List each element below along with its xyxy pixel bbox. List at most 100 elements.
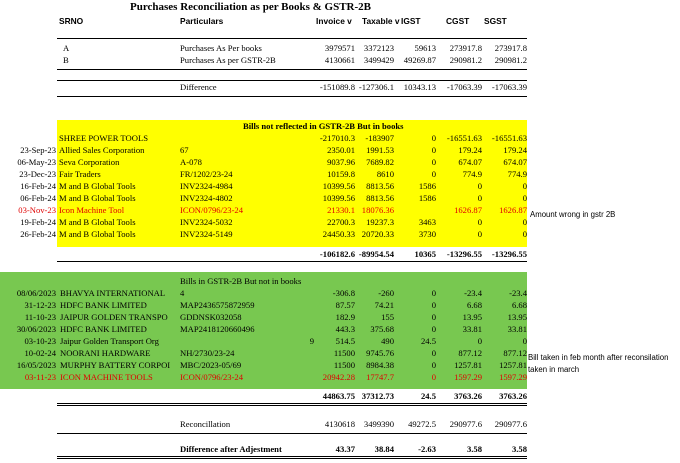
table-row: 30/06/2023 HDFC BANK LIMITED MAP2418120660… xyxy=(0,323,680,335)
table-row: 16-Feb-24 M and B Global Tools INV2324-498… xyxy=(0,180,680,192)
header-particulars: Particulars xyxy=(180,16,224,26)
cgst-cell: 0 xyxy=(477,336,482,346)
igst-cell: 10343.13 xyxy=(403,82,436,92)
invoice-no-cell: FR/1202/23-24 xyxy=(180,169,233,179)
party-cell: M and B Global Tools xyxy=(59,229,136,239)
taxable-cell: 38.84 xyxy=(374,444,394,454)
igst-cell: 0 xyxy=(431,288,436,298)
srno-cell: A xyxy=(63,43,70,53)
taxable-cell: 8610 xyxy=(376,169,394,179)
invoice-cell: 11500 xyxy=(333,360,355,370)
invoice-no-cell: MAP2418120660496 xyxy=(180,324,255,334)
invoice-cell: 4130661 xyxy=(324,55,355,65)
party-cell: BHAVYA INTERNATIONAL xyxy=(60,288,166,298)
taxable-cell: 18076.36 xyxy=(361,205,394,215)
taxable-cell: 155 xyxy=(381,312,394,322)
date-cell: 03-11-23 xyxy=(24,372,56,382)
cgst-cell: 290977.6 xyxy=(449,419,482,429)
date-cell: 31-12-23 xyxy=(24,300,56,310)
party-cell: MURPHY BATTERY CORPOI xyxy=(60,360,171,370)
section1-head-row: SHREE POWER TOOLS -217010.3 -183907 0 -1… xyxy=(0,132,680,144)
invoice-no-cell: ICON/0796/23-24 xyxy=(180,205,244,215)
sgst-cell: 6.68 xyxy=(511,300,527,310)
date-cell: 23-Dec-23 xyxy=(19,169,56,179)
taxable-cell: 490 xyxy=(381,336,394,346)
cgst-cell: -23.4 xyxy=(464,288,482,298)
invoice-cell: -306.8 xyxy=(332,288,355,298)
taxable-cell: 1991.53 xyxy=(366,145,394,155)
divider xyxy=(57,403,527,406)
summary-row: A Purchases As Per books 3979571 3372123… xyxy=(0,42,680,54)
cgst-cell: 0 xyxy=(477,193,482,203)
igst-cell: 0 xyxy=(431,312,436,322)
date-cell: 08/06/2023 xyxy=(16,288,56,298)
sgst-cell: 273917.8 xyxy=(494,43,527,53)
cgst-cell: 1626.87 xyxy=(454,205,482,215)
sgst-cell: 1597.29 xyxy=(499,372,527,382)
date-cell: 10-02-24 xyxy=(24,348,56,358)
divider xyxy=(57,96,527,97)
invoice-no-cell: INV2324-4802 xyxy=(180,193,233,203)
divider xyxy=(57,261,527,262)
cgst-cell: 1257.81 xyxy=(454,360,482,370)
invoice-cell: 20942.28 xyxy=(322,372,355,382)
sgst-cell: 0 xyxy=(522,181,527,191)
taxable-cell: -127306.1 xyxy=(358,82,394,92)
invoice-no-cell: MBC/2023-05/69 xyxy=(180,360,242,370)
taxable-cell: 74.21 xyxy=(374,300,394,310)
igst-cell: 0 xyxy=(431,133,436,143)
date-cell: 03-10-23 xyxy=(24,336,56,346)
cgst-cell: 3.58 xyxy=(466,444,482,454)
taxable-cell: -260 xyxy=(378,288,394,298)
divider xyxy=(57,69,527,70)
header-sgst: SGST xyxy=(484,16,507,26)
taxable-cell: 8813.56 xyxy=(366,193,394,203)
taxable-cell: -183907 xyxy=(365,133,394,143)
difference-label: Difference xyxy=(180,82,217,92)
igst-cell: 59613 xyxy=(414,43,436,53)
party-cell: Jaipur Golden Transport Org xyxy=(60,336,159,346)
invoice-no-cell: INV2324-5149 xyxy=(180,229,233,239)
invoice-cell: 3979571 xyxy=(324,43,355,53)
cgst-cell: 877.12 xyxy=(458,348,482,358)
final-difference-row: Difference after Adjestment 43.37 38.84 … xyxy=(0,443,680,455)
invoice-cell: 44863.75 xyxy=(322,391,355,401)
sgst-cell: 1257.81 xyxy=(499,360,527,370)
reconciliation-label: Reconcillation xyxy=(180,419,231,429)
taxable-cell: 8813.56 xyxy=(366,181,394,191)
summary-row: B Purchases As per GSTR-2B 4130661 34994… xyxy=(0,54,680,66)
date-cell: 23-Sep-23 xyxy=(20,145,56,155)
date-cell: 19-Feb-24 xyxy=(20,217,56,227)
invoice-cell: 514.5 xyxy=(335,336,355,346)
taxable-cell: 17747.7 xyxy=(366,372,394,382)
section2-note: Bill taken in feb month after reconsilat… xyxy=(528,353,669,362)
igst-cell: 3463 xyxy=(418,217,436,227)
party-cell: SHREE POWER TOOLS xyxy=(59,133,148,143)
sgst-cell: -17063.39 xyxy=(491,82,527,92)
cgst-cell: 179.24 xyxy=(458,145,482,155)
divider xyxy=(57,456,527,459)
reconciliation-row: Reconcillation 4130618 3499390 49272.5 2… xyxy=(0,418,680,430)
party-cell: M and B Global Tools xyxy=(59,217,136,227)
party-cell: NOORANI HARDWARE xyxy=(60,348,151,358)
invoice-cell: 10399.56 xyxy=(322,181,355,191)
cgst-cell: 774.9 xyxy=(462,169,482,179)
igst-cell: 0 xyxy=(431,157,436,167)
table-row: 23-Dec-23 Fair Traders FR/1202/23-24 10159.… xyxy=(0,168,680,180)
difference-row: Difference -151089.8 -127306.1 10343.13 … xyxy=(0,81,680,93)
igst-cell: 0 xyxy=(431,169,436,179)
cgst-cell: 290981.2 xyxy=(449,55,482,65)
sgst-cell: 0 xyxy=(522,193,527,203)
taxable-cell: 3499429 xyxy=(363,55,394,65)
igst-cell: 24.5 xyxy=(420,391,436,401)
sgst-cell: -13296.55 xyxy=(491,249,527,259)
invoice-no-cell: ICON/0796/23-24 xyxy=(180,372,244,382)
igst-cell: 0 xyxy=(431,360,436,370)
invoice-cell: 11500 xyxy=(333,348,355,358)
invoice-cell: 10399.56 xyxy=(322,193,355,203)
invoice-cell: 24450.33 xyxy=(322,229,355,239)
date-cell: 06-May-23 xyxy=(17,157,56,167)
table-row: 31-12-23 HDFC BANK LIMITED MAP243657587295… xyxy=(0,299,680,311)
taxable-cell: 3499390 xyxy=(363,419,394,429)
divider xyxy=(57,38,527,39)
